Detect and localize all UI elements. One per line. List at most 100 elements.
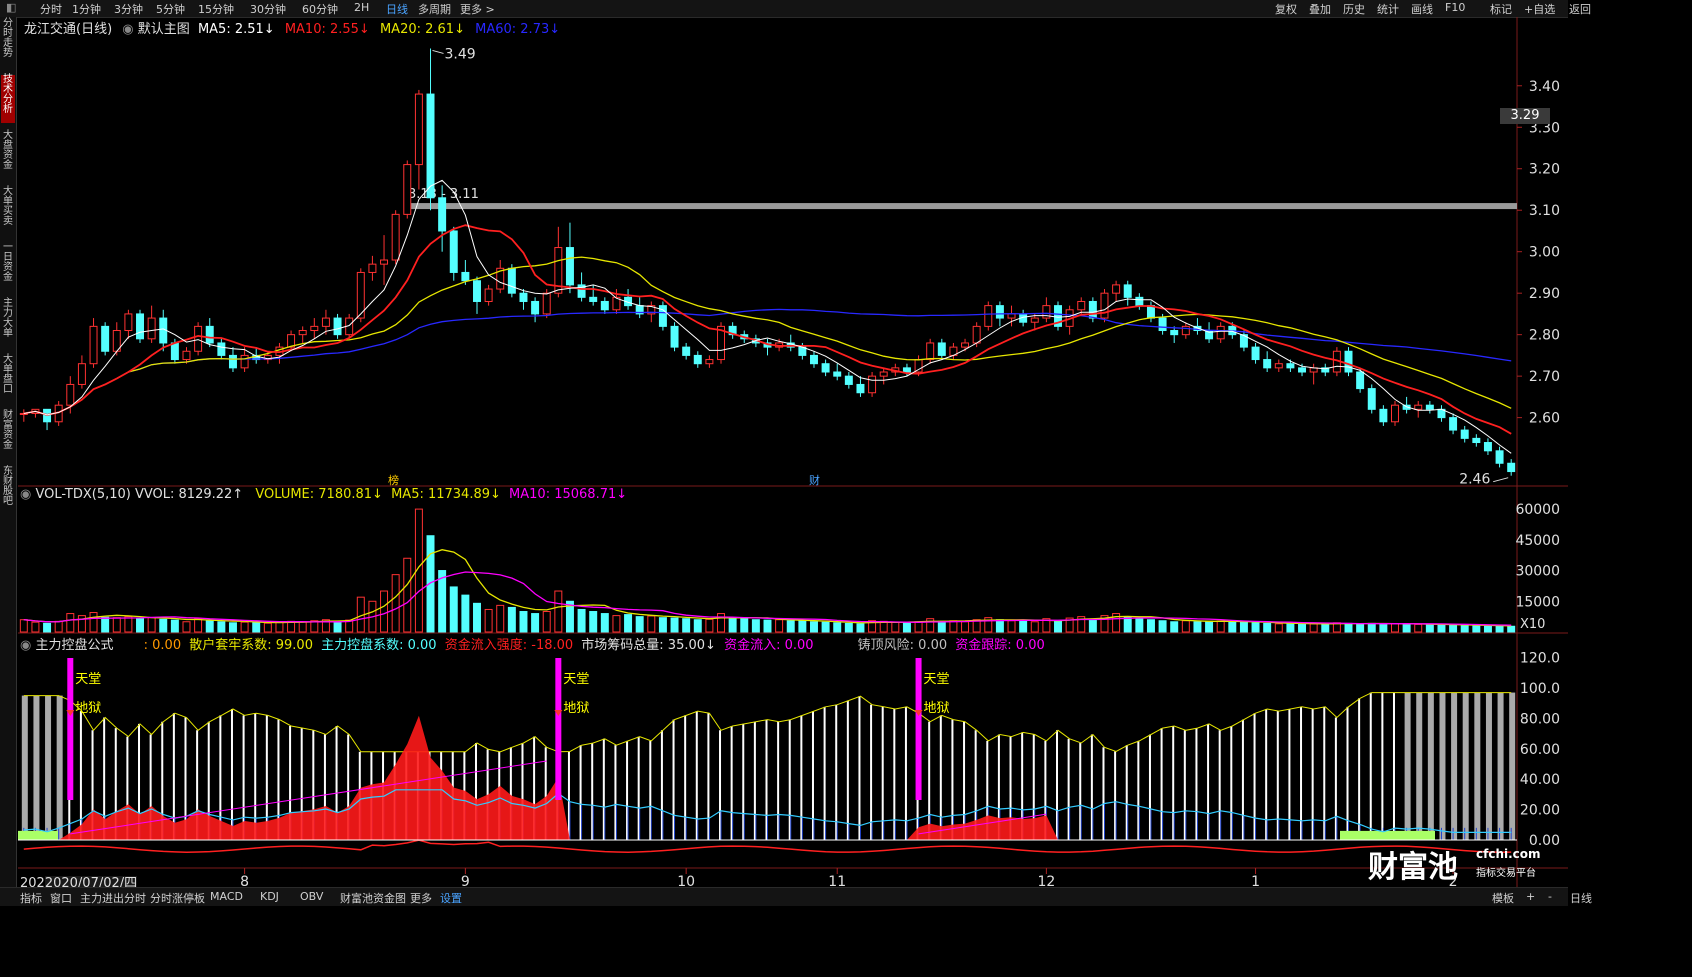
volume-bar — [624, 614, 633, 633]
trap-bar — [45, 695, 52, 840]
trap-bar — [835, 704, 838, 840]
toggle-icon[interactable]: ◉ — [20, 638, 31, 653]
volume-bar — [798, 620, 807, 633]
volume-bar — [1298, 623, 1307, 633]
candle-body — [205, 325, 214, 344]
volume-bar — [298, 621, 307, 633]
volume-bar — [891, 621, 900, 633]
volume-bar — [1472, 625, 1481, 633]
volume-bar — [786, 620, 795, 633]
bottom-tool-3[interactable]: 日线 — [1570, 890, 1592, 906]
volume-bar — [717, 613, 726, 633]
indicator-tab-5[interactable]: KDJ — [260, 890, 279, 903]
volume-bar — [1414, 623, 1423, 633]
indicator-tab-3[interactable]: 分时涨停板 — [150, 890, 205, 906]
volume-bar — [182, 621, 191, 633]
volume-bar — [740, 618, 749, 633]
vol-name[interactable]: VOL-TDX(5,10) — [35, 487, 130, 502]
volume-bar — [1007, 620, 1016, 633]
ind-v7: 资金跟踪: 0.00 — [955, 638, 1045, 653]
candle-body — [1263, 359, 1272, 369]
indicator-tab-8[interactable]: 更多 — [410, 890, 432, 906]
volume-ma5-line — [23, 549, 1512, 627]
bottom-tool-0[interactable]: 模板 — [1492, 890, 1514, 906]
event-marker: 财 — [809, 473, 820, 487]
candle-body — [1356, 371, 1365, 390]
ind-v5: 资金流入: 0.00 — [724, 638, 814, 653]
indicator-tab-1[interactable]: 窗口 — [50, 890, 72, 906]
candle-body — [984, 305, 993, 327]
trap-bar — [56, 695, 63, 840]
strength-line — [23, 839, 1512, 853]
heaven-label: 天堂 — [924, 672, 950, 687]
volume-tick-label: 45000 — [1515, 533, 1560, 549]
price-tick-label: 2.80 — [1529, 328, 1560, 344]
toggle-icon[interactable]: ◉ — [122, 22, 133, 37]
volume-bar — [902, 622, 911, 633]
volume-bar — [449, 586, 458, 633]
candle-body — [1112, 284, 1121, 294]
template-name[interactable]: 默认主图 — [138, 22, 190, 37]
volume-bar — [77, 615, 86, 633]
signal-column — [555, 658, 562, 800]
price-tick-label: 3.40 — [1529, 79, 1560, 95]
candle-body — [1460, 429, 1469, 439]
indicator-tab-6[interactable]: OBV — [300, 890, 323, 903]
indicator-tab-9[interactable]: 设置 — [440, 890, 462, 906]
brand-logo: 财富池 — [1368, 850, 1458, 885]
volume-bar — [1158, 620, 1167, 633]
high-pointer — [432, 49, 444, 54]
candle-body — [461, 271, 470, 282]
volume-bar — [403, 557, 412, 633]
volume-bar — [693, 619, 702, 633]
candle-body — [1216, 325, 1225, 340]
volume-bar — [1216, 620, 1225, 633]
ind-name[interactable]: 主力控盘公式 — [35, 638, 113, 653]
tool-8[interactable]: 返回 — [1569, 1, 1591, 17]
candle-body — [972, 325, 981, 344]
ma10-label: MA10: 2.55↓ — [284, 22, 370, 37]
volume-bar — [682, 618, 691, 633]
candle-body — [438, 197, 447, 232]
trap-bar — [1451, 692, 1458, 840]
volume-bar — [1263, 622, 1272, 633]
volume-bar — [856, 623, 865, 633]
trap-bar — [21, 695, 28, 840]
volume-bar — [380, 590, 389, 633]
volume-bar — [1367, 622, 1376, 633]
candle-body — [217, 342, 226, 356]
indicator-tab-4[interactable]: MACD — [210, 890, 243, 903]
candle-body — [1123, 284, 1132, 298]
trap-bar — [1485, 692, 1492, 840]
candle-body — [565, 247, 574, 286]
candle-body — [833, 371, 842, 377]
volume-bar — [1321, 623, 1330, 633]
volume-bar — [1228, 621, 1237, 633]
trap-bar — [1427, 692, 1434, 840]
candle-body — [101, 325, 110, 352]
candle-body — [484, 288, 493, 302]
indicator-tab-2[interactable]: 主力进出分时 — [80, 890, 146, 906]
indicator-tab-0[interactable]: 指标 — [20, 890, 42, 906]
green-area — [1340, 830, 1435, 840]
volume-bar — [751, 619, 760, 633]
candle-body — [66, 383, 75, 406]
volume-bar — [1274, 623, 1283, 633]
bottom-tool-2[interactable]: - — [1548, 890, 1552, 903]
chart-area[interactable]: 3.403.303.203.103.002.902.802.702.606000… — [0, 0, 1568, 905]
volume-bar — [1449, 624, 1458, 633]
indicator-tab-7[interactable]: 财富池资金图 — [340, 890, 406, 906]
high-label: 3.49 — [445, 46, 476, 62]
green-area — [18, 830, 58, 840]
stock-title: 龙江交通(日线) — [24, 22, 113, 37]
volume-bar — [531, 613, 540, 633]
volume-bar — [728, 617, 737, 633]
volume-bar — [1193, 621, 1202, 633]
candle-body — [380, 259, 389, 265]
toggle-icon[interactable]: ◉ — [20, 487, 31, 502]
range-band — [405, 203, 1517, 210]
candle-body — [414, 93, 423, 166]
volume-bar — [205, 620, 214, 633]
bottom-tool-1[interactable]: + — [1526, 890, 1535, 903]
current-price-tag: 3.29 — [1500, 108, 1550, 124]
